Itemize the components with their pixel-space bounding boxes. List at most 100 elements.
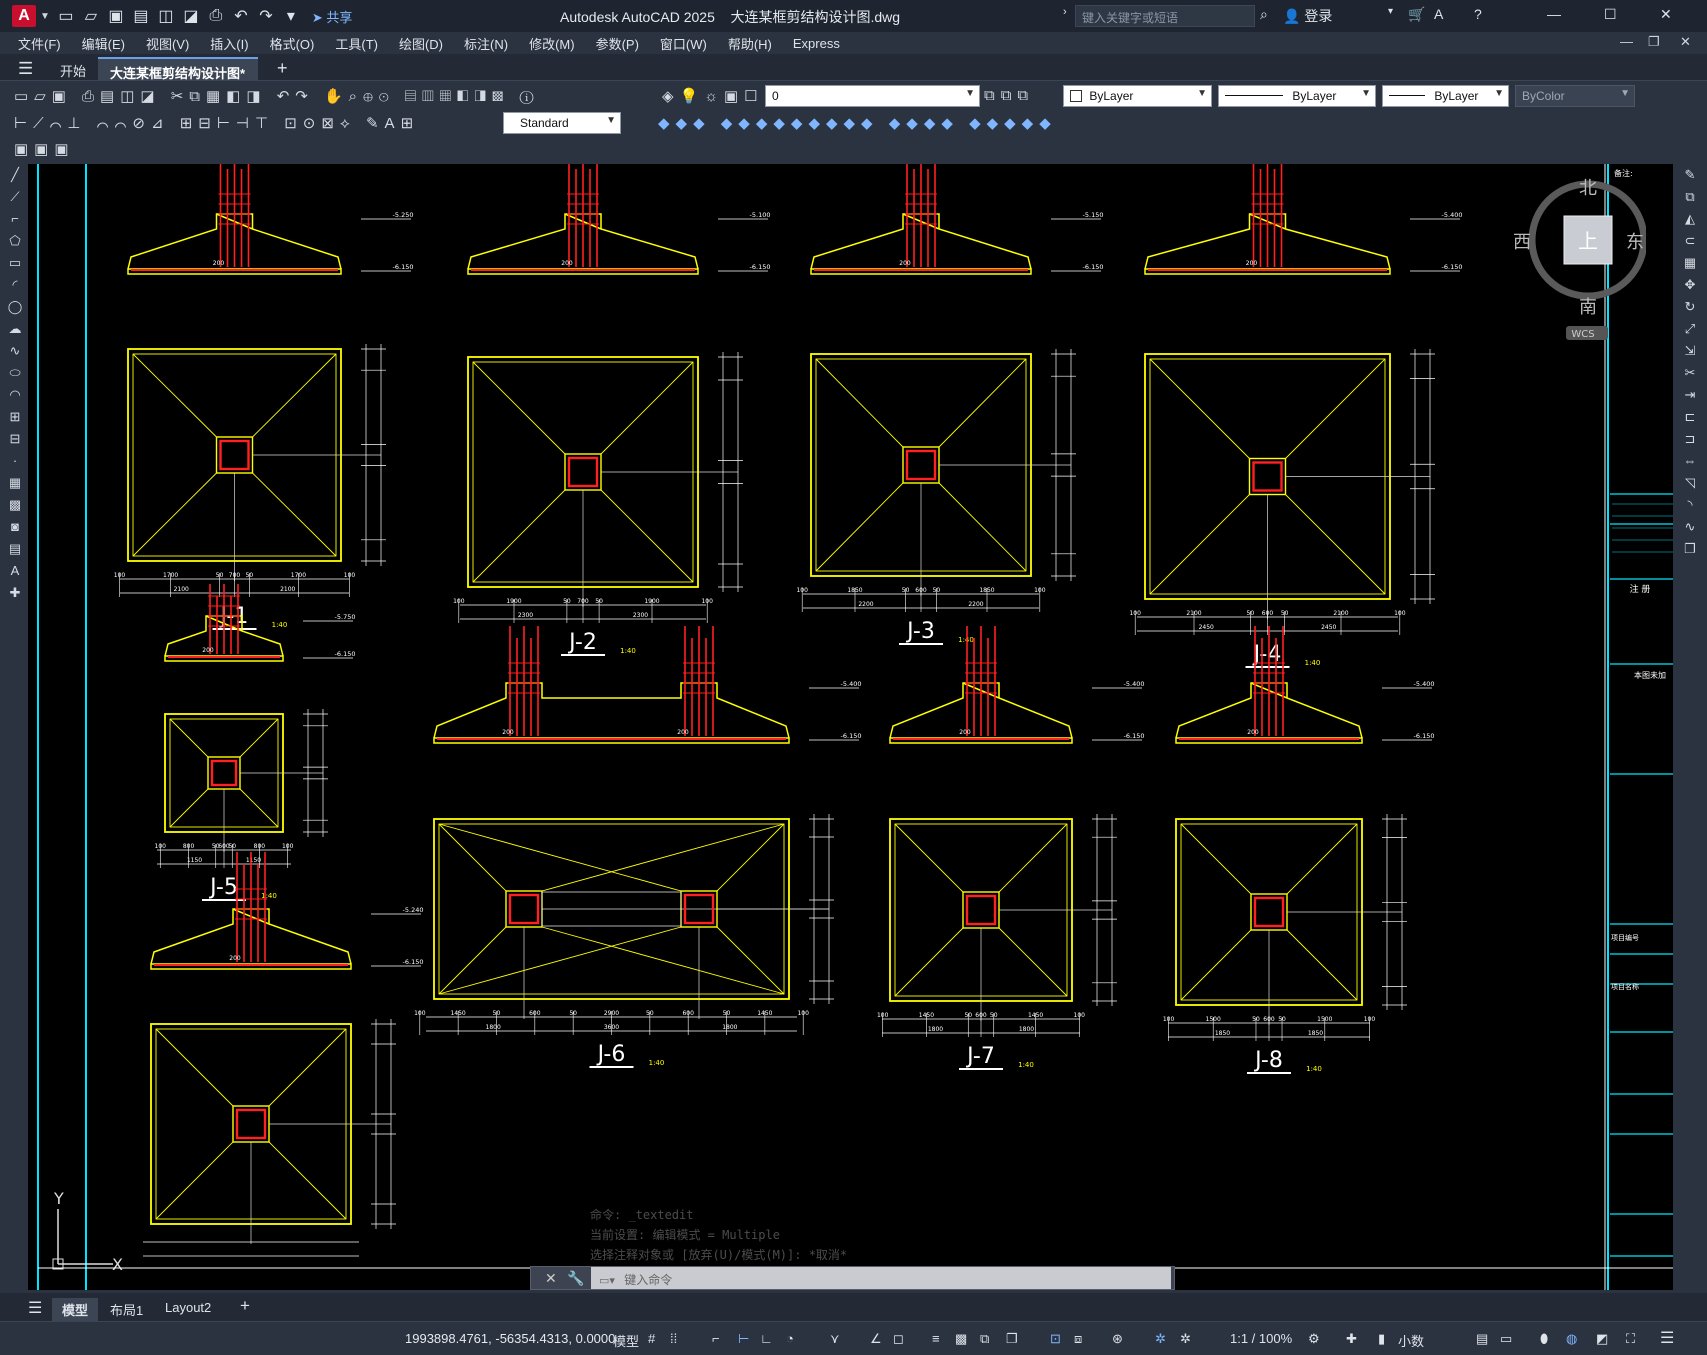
- tab-active-drawing[interactable]: 大连某框剪结构设计图* ✕: [98, 57, 258, 97]
- cart-icon[interactable]: 🛒: [1408, 6, 1425, 23]
- layout-menu-icon[interactable]: ☰: [18, 1296, 52, 1320]
- tab-layout1[interactable]: 布局1: [100, 1298, 153, 1321]
- selection-cycling-icon[interactable]: ⧉: [980, 1331, 989, 1347]
- minimize-window-icon[interactable]: —: [1547, 6, 1561, 22]
- construction-line-icon[interactable]: ⟋: [2, 186, 28, 208]
- explode-tool-icon[interactable]: ❐: [1677, 538, 1703, 560]
- save-as-icon[interactable]: ▤: [133, 6, 149, 26]
- dimension-tools-icon[interactable]: ⊢⟋⌒⊥ ⌒⌒⊘⊿ ⊞⊟⊢⊣⊤ ⊡⊙⊠⟡ ✎A⊞: [14, 114, 419, 132]
- viewcube-north-label[interactable]: 北: [1579, 178, 1597, 199]
- quick-properties-icon[interactable]: ▤: [1476, 1331, 1488, 1347]
- share-button[interactable]: ➤ 共享: [312, 7, 353, 26]
- save-web-icon[interactable]: ◪: [183, 6, 199, 26]
- extra-tools-icon[interactable]: ▣▣▣: [14, 140, 75, 158]
- rectangle-tool-icon[interactable]: ▭: [2, 252, 28, 274]
- rotate-tool-icon[interactable]: ↻: [1677, 296, 1703, 318]
- color-select[interactable]: ByLayer ▼: [1063, 85, 1212, 107]
- ellipse-tool-icon[interactable]: ⬭: [2, 362, 28, 384]
- view-tools-icon[interactable]: ◆◆◆ ◆◆◆◆◆◆◆◆◆ ◆◆◆◆ ◆◆◆◆◆: [658, 114, 1057, 132]
- line-tool-icon[interactable]: ╱: [2, 164, 28, 186]
- menu-edit[interactable]: 编辑(E): [82, 34, 125, 53]
- insert-block-icon[interactable]: ⊞: [2, 406, 28, 428]
- app-menu-caret-icon[interactable]: ▼: [40, 11, 50, 22]
- autocad-logo-icon[interactable]: A: [12, 5, 36, 27]
- gizmo-icon[interactable]: ⊛: [1112, 1331, 1123, 1347]
- linetype-select[interactable]: ByLayer ▼: [1218, 85, 1376, 107]
- layer-tools-icon[interactable]: ◈💡☼▣☐: [662, 87, 764, 105]
- annotation-visibility-icon[interactable]: ✲: [1155, 1331, 1166, 1347]
- copy-tool-icon[interactable]: ⧉: [1677, 186, 1703, 208]
- command-close-icon[interactable]: ✕: [545, 1270, 557, 1287]
- auto-scale-icon[interactable]: ✲: [1180, 1331, 1191, 1347]
- lineweight-toggle-icon[interactable]: ≡: [932, 1331, 940, 1346]
- 3d-osnap-icon[interactable]: ❐: [1006, 1331, 1018, 1347]
- doc-minimize-icon[interactable]: —: [1620, 34, 1633, 49]
- model-space-button[interactable]: 模型: [613, 1331, 639, 1350]
- move-tool-icon[interactable]: ✥: [1677, 274, 1703, 296]
- new-layout-icon[interactable]: +: [230, 1294, 260, 1318]
- doc-restore-icon[interactable]: ❐: [1648, 34, 1660, 50]
- array-tool-icon[interactable]: ▦: [1677, 252, 1703, 274]
- make-block-icon[interactable]: ⊟: [2, 428, 28, 450]
- hatch-tool-icon[interactable]: ▦: [2, 472, 28, 494]
- circle-tool-icon[interactable]: ◯: [2, 296, 28, 318]
- new-file-icon[interactable]: ▭: [58, 6, 74, 26]
- isodraft-icon[interactable]: ⋎: [830, 1331, 840, 1347]
- join-tool-icon[interactable]: ⇔: [1677, 450, 1703, 472]
- drawing-canvas[interactable]: 备注: 注 册本图未加 项目编号 项目名称 200 -5.250 -6.150 100 170…: [28, 164, 1673, 1290]
- search-expand-icon[interactable]: ›: [1063, 6, 1067, 18]
- text-style-select[interactable]: Standard ▼: [503, 112, 621, 134]
- transparency-toggle-icon[interactable]: ▩: [955, 1331, 967, 1347]
- menu-dimension[interactable]: 标注(N): [464, 34, 508, 53]
- trim-tool-icon[interactable]: ✂: [1677, 362, 1703, 384]
- annotation-monitor-icon[interactable]: ✚: [1346, 1331, 1357, 1347]
- menu-help[interactable]: 帮助(H): [728, 34, 772, 53]
- blend-curves-icon[interactable]: ∿: [1677, 516, 1703, 538]
- lineweight-select[interactable]: ByLayer ▼: [1382, 85, 1509, 107]
- command-recent-icon[interactable]: ▭▾: [599, 1275, 615, 1287]
- chamfer-tool-icon[interactable]: ◹: [1677, 472, 1703, 494]
- menu-window[interactable]: 窗口(W): [660, 34, 707, 53]
- infer-constraints-icon[interactable]: ⌐: [712, 1331, 720, 1346]
- polyline-tool-icon[interactable]: ⌐: [2, 208, 28, 230]
- tab-layout2[interactable]: Layout2: [155, 1298, 221, 1317]
- login-caret-icon[interactable]: ▾: [1388, 6, 1393, 17]
- menu-view[interactable]: 视图(V): [146, 34, 189, 53]
- menu-draw[interactable]: 绘图(D): [399, 34, 443, 53]
- menu-express[interactable]: Express: [793, 36, 840, 51]
- lock-ui-icon[interactable]: ▭: [1500, 1331, 1512, 1347]
- viewcube[interactable]: 上 北 南 西 东 WCS: [1496, 178, 1646, 343]
- object-snap-icon[interactable]: ◻: [893, 1331, 904, 1347]
- ellipse-arc-tool-icon[interactable]: ◠: [2, 384, 28, 406]
- coordinate-readout[interactable]: 1993898.4761, -56354.4313, 0.0000: [405, 1331, 615, 1346]
- plot-icon[interactable]: ⎙: [208, 7, 224, 25]
- user-login-button[interactable]: 👤 登录: [1283, 6, 1332, 26]
- viewcube-west-label[interactable]: 西: [1513, 232, 1531, 253]
- arc-tool-icon[interactable]: ◜: [2, 274, 28, 296]
- annotation-scale[interactable]: 1:1 / 100%: [1230, 1331, 1292, 1346]
- grid-toggle-icon[interactable]: #: [648, 1331, 655, 1346]
- help-icon[interactable]: ?: [1474, 6, 1482, 22]
- search-icon[interactable]: ⌕: [1260, 6, 1268, 23]
- erase-tool-icon[interactable]: ✎: [1677, 164, 1703, 186]
- doc-close-icon[interactable]: ✕: [1680, 34, 1691, 50]
- standard-tools-icon[interactable]: ▭▱▣ ⎙▤◫◪ ✂⧉▦◧◨ ↶↷ ✋⌕⊕⊙ ▤▥▦◧◨▩ ⓘ: [14, 87, 540, 105]
- viewcube-east-label[interactable]: 东: [1626, 232, 1644, 253]
- object-snap-tracking-icon[interactable]: ∠: [870, 1331, 882, 1347]
- fillet-tool-icon[interactable]: ◝: [1677, 494, 1703, 516]
- mirror-tool-icon[interactable]: ◭: [1677, 208, 1703, 230]
- plotstyle-select[interactable]: ByColor ▼: [1515, 85, 1635, 107]
- command-input[interactable]: ▭▾ 键入命令: [591, 1267, 1171, 1289]
- workspace-gear-icon[interactable]: ⚙: [1308, 1331, 1320, 1347]
- mtext-tool-icon[interactable]: A: [2, 560, 28, 582]
- hardware-accel-icon[interactable]: ◍: [1566, 1331, 1577, 1347]
- save-icon[interactable]: ▣: [108, 6, 124, 26]
- viewcube-south-label[interactable]: 南: [1579, 297, 1597, 318]
- open-file-icon[interactable]: ▱: [83, 6, 99, 26]
- scale-tool-icon[interactable]: ⤢: [1677, 318, 1703, 340]
- menu-format[interactable]: 格式(O): [270, 34, 315, 53]
- redo-icon[interactable]: ↷: [258, 6, 274, 26]
- menu-insert[interactable]: 插入(I): [210, 34, 248, 53]
- menu-tools[interactable]: 工具(T): [335, 34, 378, 53]
- tab-model[interactable]: 模型: [52, 1298, 99, 1321]
